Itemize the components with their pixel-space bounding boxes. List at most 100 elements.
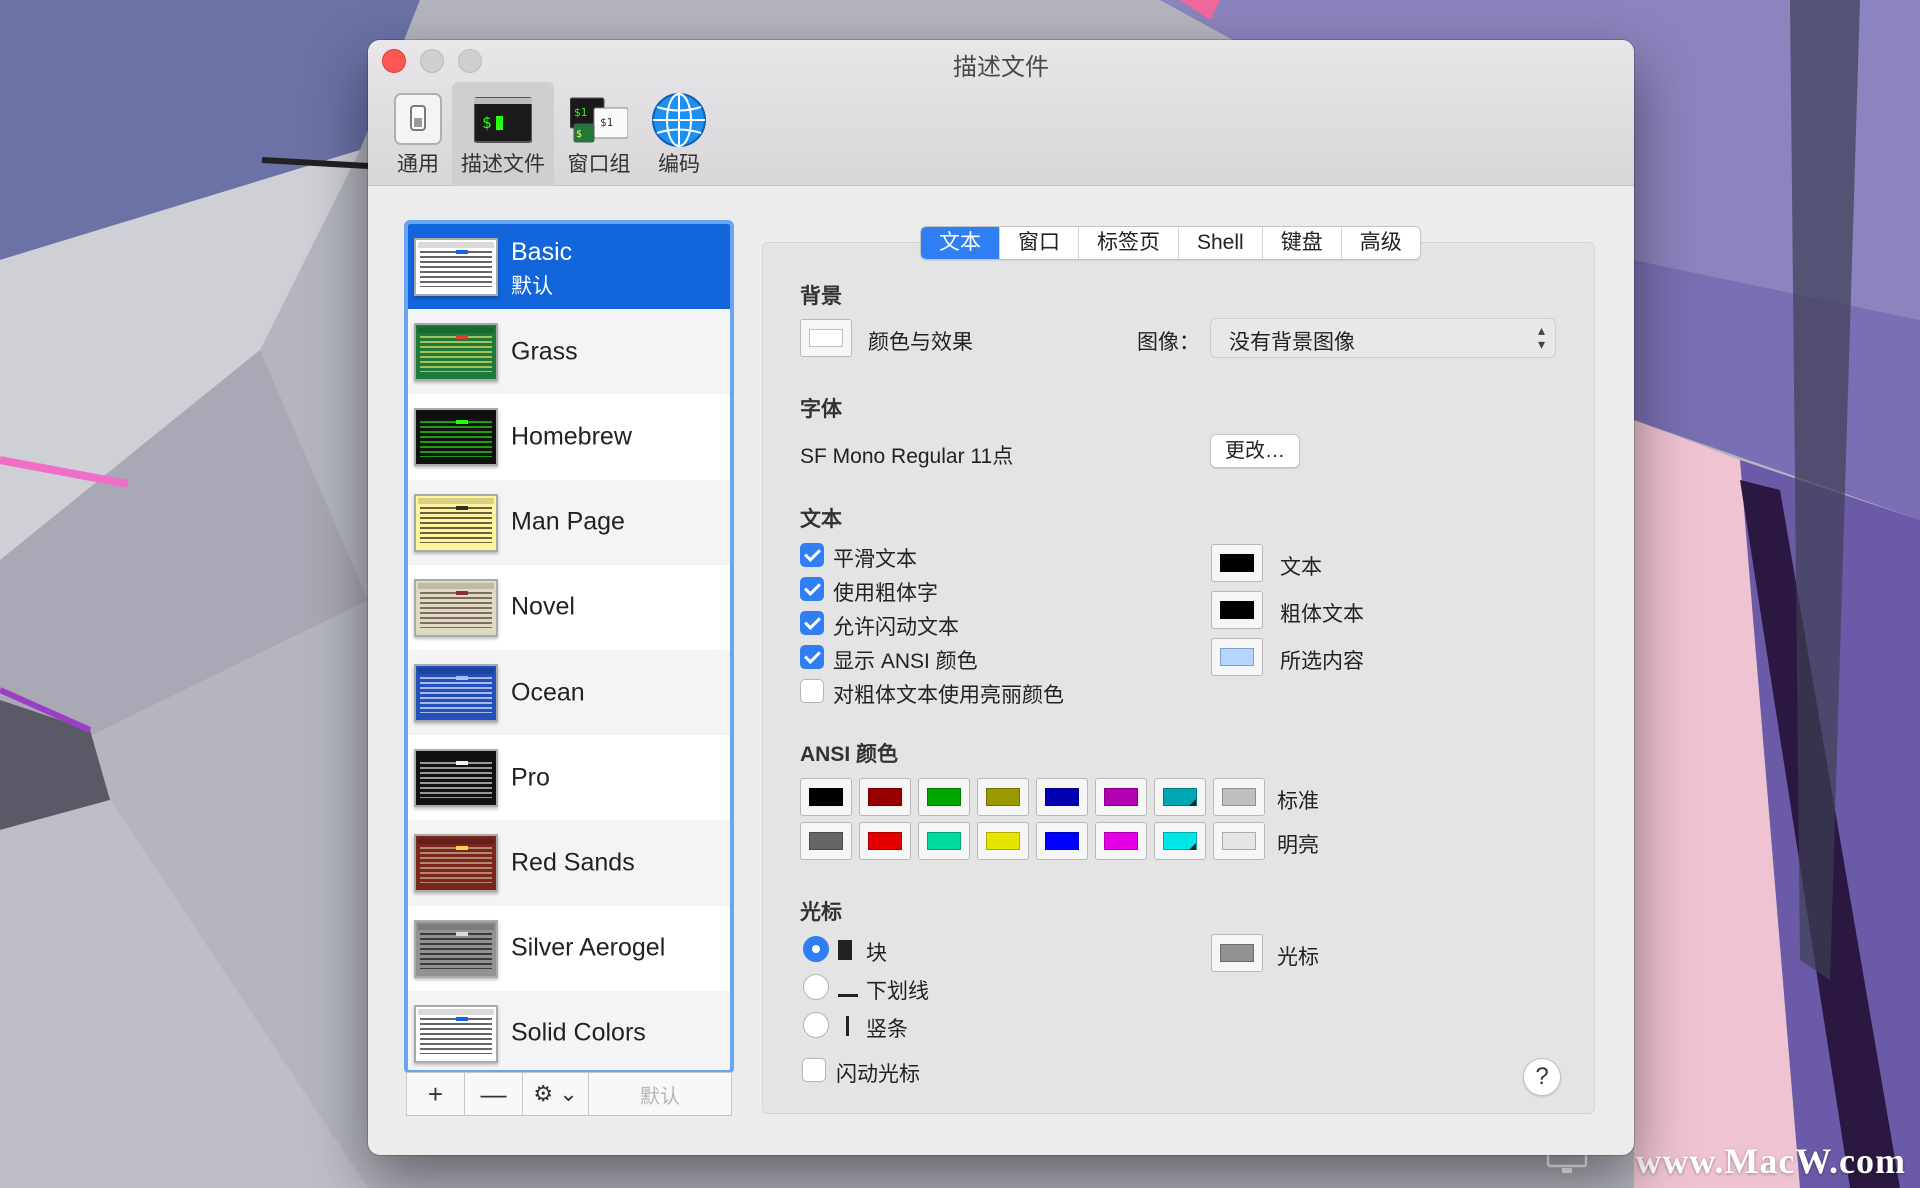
image-label: 图像： (1137, 331, 1200, 354)
profile-row-silver-aerogel[interactable]: Silver Aerogel (408, 906, 730, 991)
text-color-well[interactable] (1211, 544, 1263, 582)
watermark-text: www.MacW.com (1635, 1141, 1906, 1181)
ansi-bright-black[interactable] (800, 822, 852, 860)
add-profile-button[interactable]: + (407, 1073, 465, 1115)
ansi-heading: ANSI 颜色 (800, 743, 899, 766)
ansi-normal-cyan[interactable] (1154, 778, 1206, 816)
profile-default-label: 默认 (511, 275, 553, 298)
profile-thumbnail (414, 834, 498, 893)
profile-row-grass[interactable]: Grass (408, 309, 730, 395)
profile-row-basic[interactable]: Basic 默认 (408, 224, 730, 310)
profile-row-ocean[interactable]: Ocean (408, 649, 730, 736)
globe-icon (650, 92, 708, 148)
ansi-colors-checkbox[interactable] (800, 645, 824, 669)
profile-thumbnail (414, 323, 498, 382)
selection-color-label: 所选内容 (1280, 650, 1364, 673)
cursor-color-well[interactable] (1211, 934, 1263, 972)
toolbar-window-groups-label: 窗口组 (567, 153, 631, 176)
bold-text-color-well[interactable] (1211, 591, 1263, 629)
ansi-normal-black[interactable] (800, 778, 852, 816)
text-color-label: 文本 (1280, 556, 1322, 579)
profile-name: Solid Colors (511, 1018, 646, 1047)
ansi-normal-white[interactable] (1213, 778, 1265, 816)
set-default-button[interactable]: 默认 (589, 1073, 731, 1115)
change-font-button[interactable]: 更改… (1210, 434, 1300, 468)
ansi-normal-magenta[interactable] (1095, 778, 1147, 816)
selection-color-well[interactable] (1211, 638, 1263, 676)
font-value: SF Mono Regular 11点 (800, 445, 1014, 468)
profile-list-controls: + — ⚙ ⌄ 默认 (406, 1072, 732, 1116)
blinking-text-checkbox[interactable] (800, 611, 824, 635)
switch-icon (389, 92, 447, 148)
profile-name: Silver Aerogel (511, 933, 666, 962)
profile-thumbnail (414, 919, 498, 978)
blink-cursor-label: 闪动光标 (836, 1063, 920, 1086)
ansi-bright-magenta[interactable] (1095, 822, 1147, 860)
profile-thumbnail (414, 578, 498, 637)
profile-row-pro[interactable]: Pro (408, 735, 730, 820)
profile-name: Ocean (511, 678, 585, 707)
cursor-underline-label: 下划线 (866, 980, 929, 1003)
profile-row-homebrew[interactable]: Homebrew (408, 394, 730, 479)
cursor-underline-radio[interactable] (803, 974, 829, 1000)
background-image-value: 没有背景图像 (1229, 331, 1355, 354)
tab-keyboard[interactable]: 键盘 (1263, 227, 1342, 259)
profile-name: Novel (511, 592, 575, 621)
smooth-text-label: 平滑文本 (833, 548, 917, 571)
ansi-bright-red[interactable] (859, 822, 911, 860)
ansi-normal-yellow[interactable] (977, 778, 1029, 816)
underline-cursor-icon (838, 994, 858, 997)
toolbar-window-groups[interactable]: $1 $1 $ 窗口组 (556, 82, 642, 186)
toolbar-general[interactable]: 通用 (382, 82, 454, 186)
profile-row-solid-colors[interactable]: Solid Colors (408, 990, 730, 1070)
bold-fonts-checkbox[interactable] (800, 577, 824, 601)
profile-thumbnail (414, 663, 498, 722)
background-color-well[interactable] (800, 319, 852, 357)
tab-shell[interactable]: Shell (1179, 227, 1263, 259)
cursor-block-radio[interactable] (803, 936, 829, 962)
ansi-normal-label: 标准 (1277, 790, 1319, 813)
profile-name: Homebrew (511, 422, 632, 451)
ansi-bright-white[interactable] (1213, 822, 1265, 860)
tab-advanced[interactable]: 高级 (1342, 227, 1420, 259)
tab-tab[interactable]: 标签页 (1079, 227, 1179, 259)
toolbar-profiles[interactable]: $ 描述文件 (452, 82, 554, 186)
gear-menu-button[interactable]: ⚙ ⌄ (523, 1073, 589, 1115)
ansi-bright-green[interactable] (918, 822, 970, 860)
profile-row-man-page[interactable]: Man Page (408, 479, 730, 565)
popup-arrows-icon: ▴ ▾ (1537, 322, 1545, 352)
ansi-normal-blue[interactable] (1036, 778, 1088, 816)
toolbar-encodings[interactable]: 编码 (644, 82, 714, 186)
block-cursor-icon (838, 940, 852, 960)
blink-cursor-checkbox[interactable] (802, 1058, 826, 1082)
profile-row-red-sands[interactable]: Red Sands (408, 820, 730, 906)
tab-window[interactable]: 窗口 (1000, 227, 1079, 259)
cursor-bar-label: 竖条 (866, 1018, 908, 1041)
help-button[interactable]: ? (1523, 1058, 1561, 1096)
ansi-normal-green[interactable] (918, 778, 970, 816)
font-heading: 字体 (800, 398, 842, 421)
cursor-color-label: 光标 (1277, 946, 1319, 969)
bright-bold-label: 对粗体文本使用亮丽颜色 (833, 684, 1064, 707)
profile-list[interactable]: Basic 默认 Grass Homebrew Man Page Novel O… (404, 220, 734, 1074)
background-image-popup[interactable]: 没有背景图像 ▴ ▾ (1210, 318, 1556, 358)
remove-profile-button[interactable]: — (465, 1073, 523, 1115)
cursor-block-label: 块 (866, 942, 887, 965)
tab-text[interactable]: 文本 (921, 227, 1000, 259)
window-group-icon: $1 $1 $ (569, 92, 629, 148)
ansi-bright-cyan[interactable] (1154, 822, 1206, 860)
ansi-bright-blue[interactable] (1036, 822, 1088, 860)
svg-text:$: $ (482, 113, 492, 132)
cursor-bar-radio[interactable] (803, 1012, 829, 1038)
color-effects-label: 颜色与效果 (868, 331, 973, 354)
smooth-text-checkbox[interactable] (800, 543, 824, 567)
ansi-bright-yellow[interactable] (977, 822, 1029, 860)
settings-tabs: 文本 窗口 标签页 Shell 键盘 高级 (920, 226, 1421, 260)
terminal-icon: $ (473, 92, 533, 148)
ansi-normal-red[interactable] (859, 778, 911, 816)
ansi-colors-label: 显示 ANSI 颜色 (833, 650, 978, 673)
profile-name: Basic (511, 238, 573, 266)
profile-name: Red Sands (511, 848, 635, 877)
profile-row-novel[interactable]: Novel (408, 565, 730, 650)
bright-bold-checkbox[interactable] (800, 679, 824, 703)
